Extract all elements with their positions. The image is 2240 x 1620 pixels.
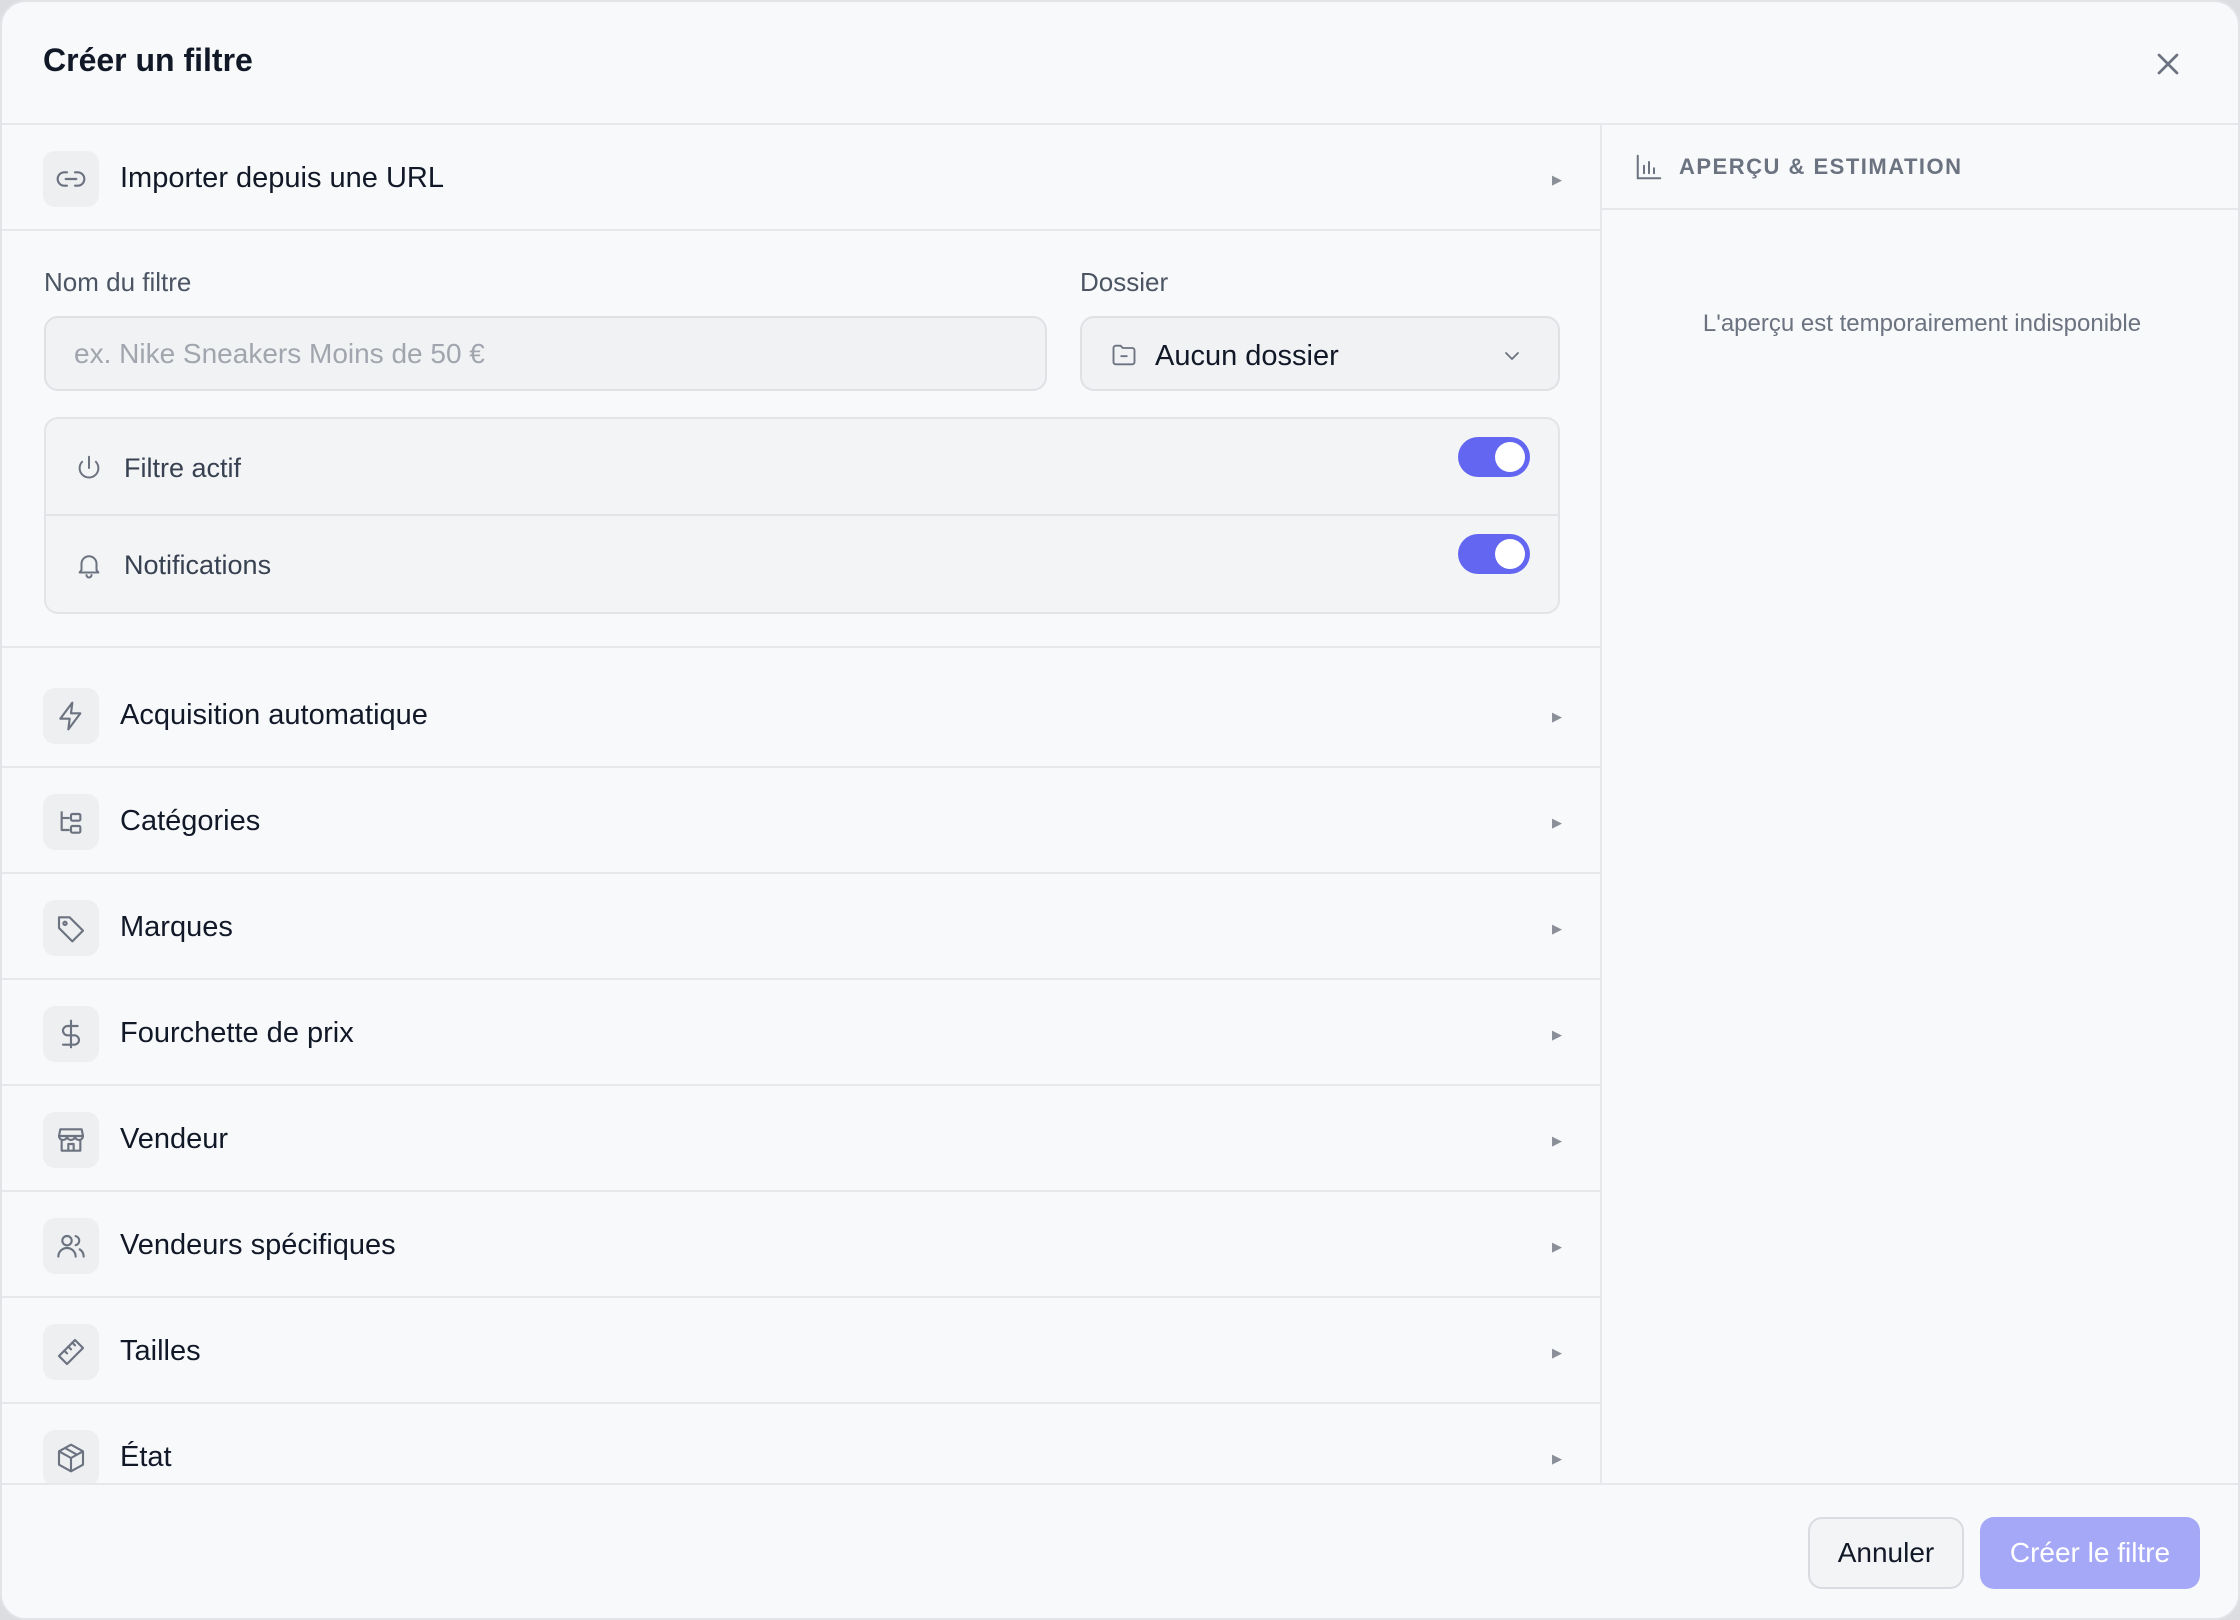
section-acquisition[interactable]: Acquisition automatique ▶ (2, 662, 1600, 768)
section-label: Catégories (120, 805, 261, 837)
caret-right-icon: ▶ (1552, 709, 1562, 724)
caret-right-icon: ▶ (1552, 1451, 1562, 1466)
notifications-label: Notifications (124, 550, 272, 580)
section-label: Fourchette de prix (120, 1017, 354, 1049)
create-filter-button[interactable]: Créer le filtre (1980, 1517, 2200, 1589)
bell-icon (78, 555, 100, 579)
filter-name-label: Nom du filtre (44, 267, 192, 297)
filter-name-input[interactable] (44, 316, 1047, 391)
section-label: Vendeurs spécifiques (120, 1229, 396, 1261)
store-icon (43, 1112, 99, 1168)
import-url-row[interactable]: Importer depuis une URL ▶ (2, 125, 1600, 231)
section-label: Marques (120, 911, 233, 943)
folder-select[interactable]: Aucun dossier (1080, 316, 1560, 391)
preview-unavailable-message: L'aperçu est temporairement indisponible (1702, 310, 2142, 337)
section-label: État (120, 1441, 172, 1473)
folder-select-value: Aucun dossier (1155, 340, 1339, 372)
close-icon (2157, 53, 2179, 75)
category-tree-icon (43, 794, 99, 850)
section-sizes[interactable]: Tailles ▶ (2, 1298, 1600, 1404)
section-label: Vendeur (120, 1123, 229, 1155)
caret-right-icon: ▶ (1552, 921, 1562, 936)
toggle-knob (1495, 442, 1525, 472)
caret-right-icon: ▶ (1552, 1345, 1562, 1360)
caret-right-icon: ▶ (1552, 172, 1562, 187)
lightning-icon (43, 688, 99, 744)
link-icon (43, 151, 99, 207)
preview-panel: APERÇU & ESTIMATION L'aperçu est tempora… (1600, 125, 2238, 1483)
section-categories[interactable]: Catégories ▶ (2, 768, 1600, 874)
import-url-label: Importer depuis une URL (120, 162, 444, 194)
close-button[interactable] (2150, 46, 2186, 82)
toggle-knob (1495, 539, 1525, 569)
caret-right-icon: ▶ (1552, 1133, 1562, 1148)
dialog-title: Créer un filtre (43, 42, 253, 78)
folder-label: Dossier (1080, 267, 1169, 297)
section-specific-sellers[interactable]: Vendeurs spécifiques ▶ (2, 1192, 1600, 1298)
power-icon (78, 455, 100, 479)
create-filter-dialog: Créer un filtre Importer depuis une URL … (0, 0, 2240, 1620)
notifications-toggle[interactable] (1458, 534, 1530, 574)
section-condition[interactable]: État ▶ (2, 1404, 1600, 1483)
ruler-icon (43, 1324, 99, 1380)
caret-right-icon: ▶ (1552, 815, 1562, 830)
chevron-down-icon (1505, 352, 1519, 360)
section-brands[interactable]: Marques ▶ (2, 874, 1600, 980)
active-filter-label: Filtre actif (124, 453, 242, 483)
section-label: Acquisition automatique (120, 699, 428, 731)
caret-right-icon: ▶ (1552, 1027, 1562, 1042)
folder-icon (1112, 344, 1136, 366)
dialog-footer: Annuler Créer le filtre (2, 1483, 2238, 1618)
toggle-group: Filtre actif Notifications (44, 417, 1560, 614)
box-icon (43, 1430, 99, 1483)
active-filter-row: Filtre actif (46, 419, 1558, 516)
dollar-icon (43, 1006, 99, 1062)
section-divider (2, 646, 1600, 648)
notifications-row: Notifications (46, 516, 1558, 612)
caret-right-icon: ▶ (1552, 1239, 1562, 1254)
preview-title: APERÇU & ESTIMATION (1679, 154, 1963, 179)
tag-icon (43, 900, 99, 956)
section-label: Tailles (120, 1335, 201, 1367)
dialog-header: Créer un filtre (2, 2, 2238, 125)
cancel-button[interactable]: Annuler (1808, 1517, 1964, 1589)
preview-header: APERÇU & ESTIMATION (1602, 125, 2238, 210)
section-seller[interactable]: Vendeur ▶ (2, 1086, 1600, 1192)
active-filter-toggle[interactable] (1458, 437, 1530, 477)
section-price-range[interactable]: Fourchette de prix ▶ (2, 980, 1600, 1086)
filter-settings-panel: Importer depuis une URL ▶ Nom du filtre … (2, 125, 1600, 1483)
bar-chart-icon (1636, 154, 1662, 180)
users-icon (43, 1218, 99, 1274)
